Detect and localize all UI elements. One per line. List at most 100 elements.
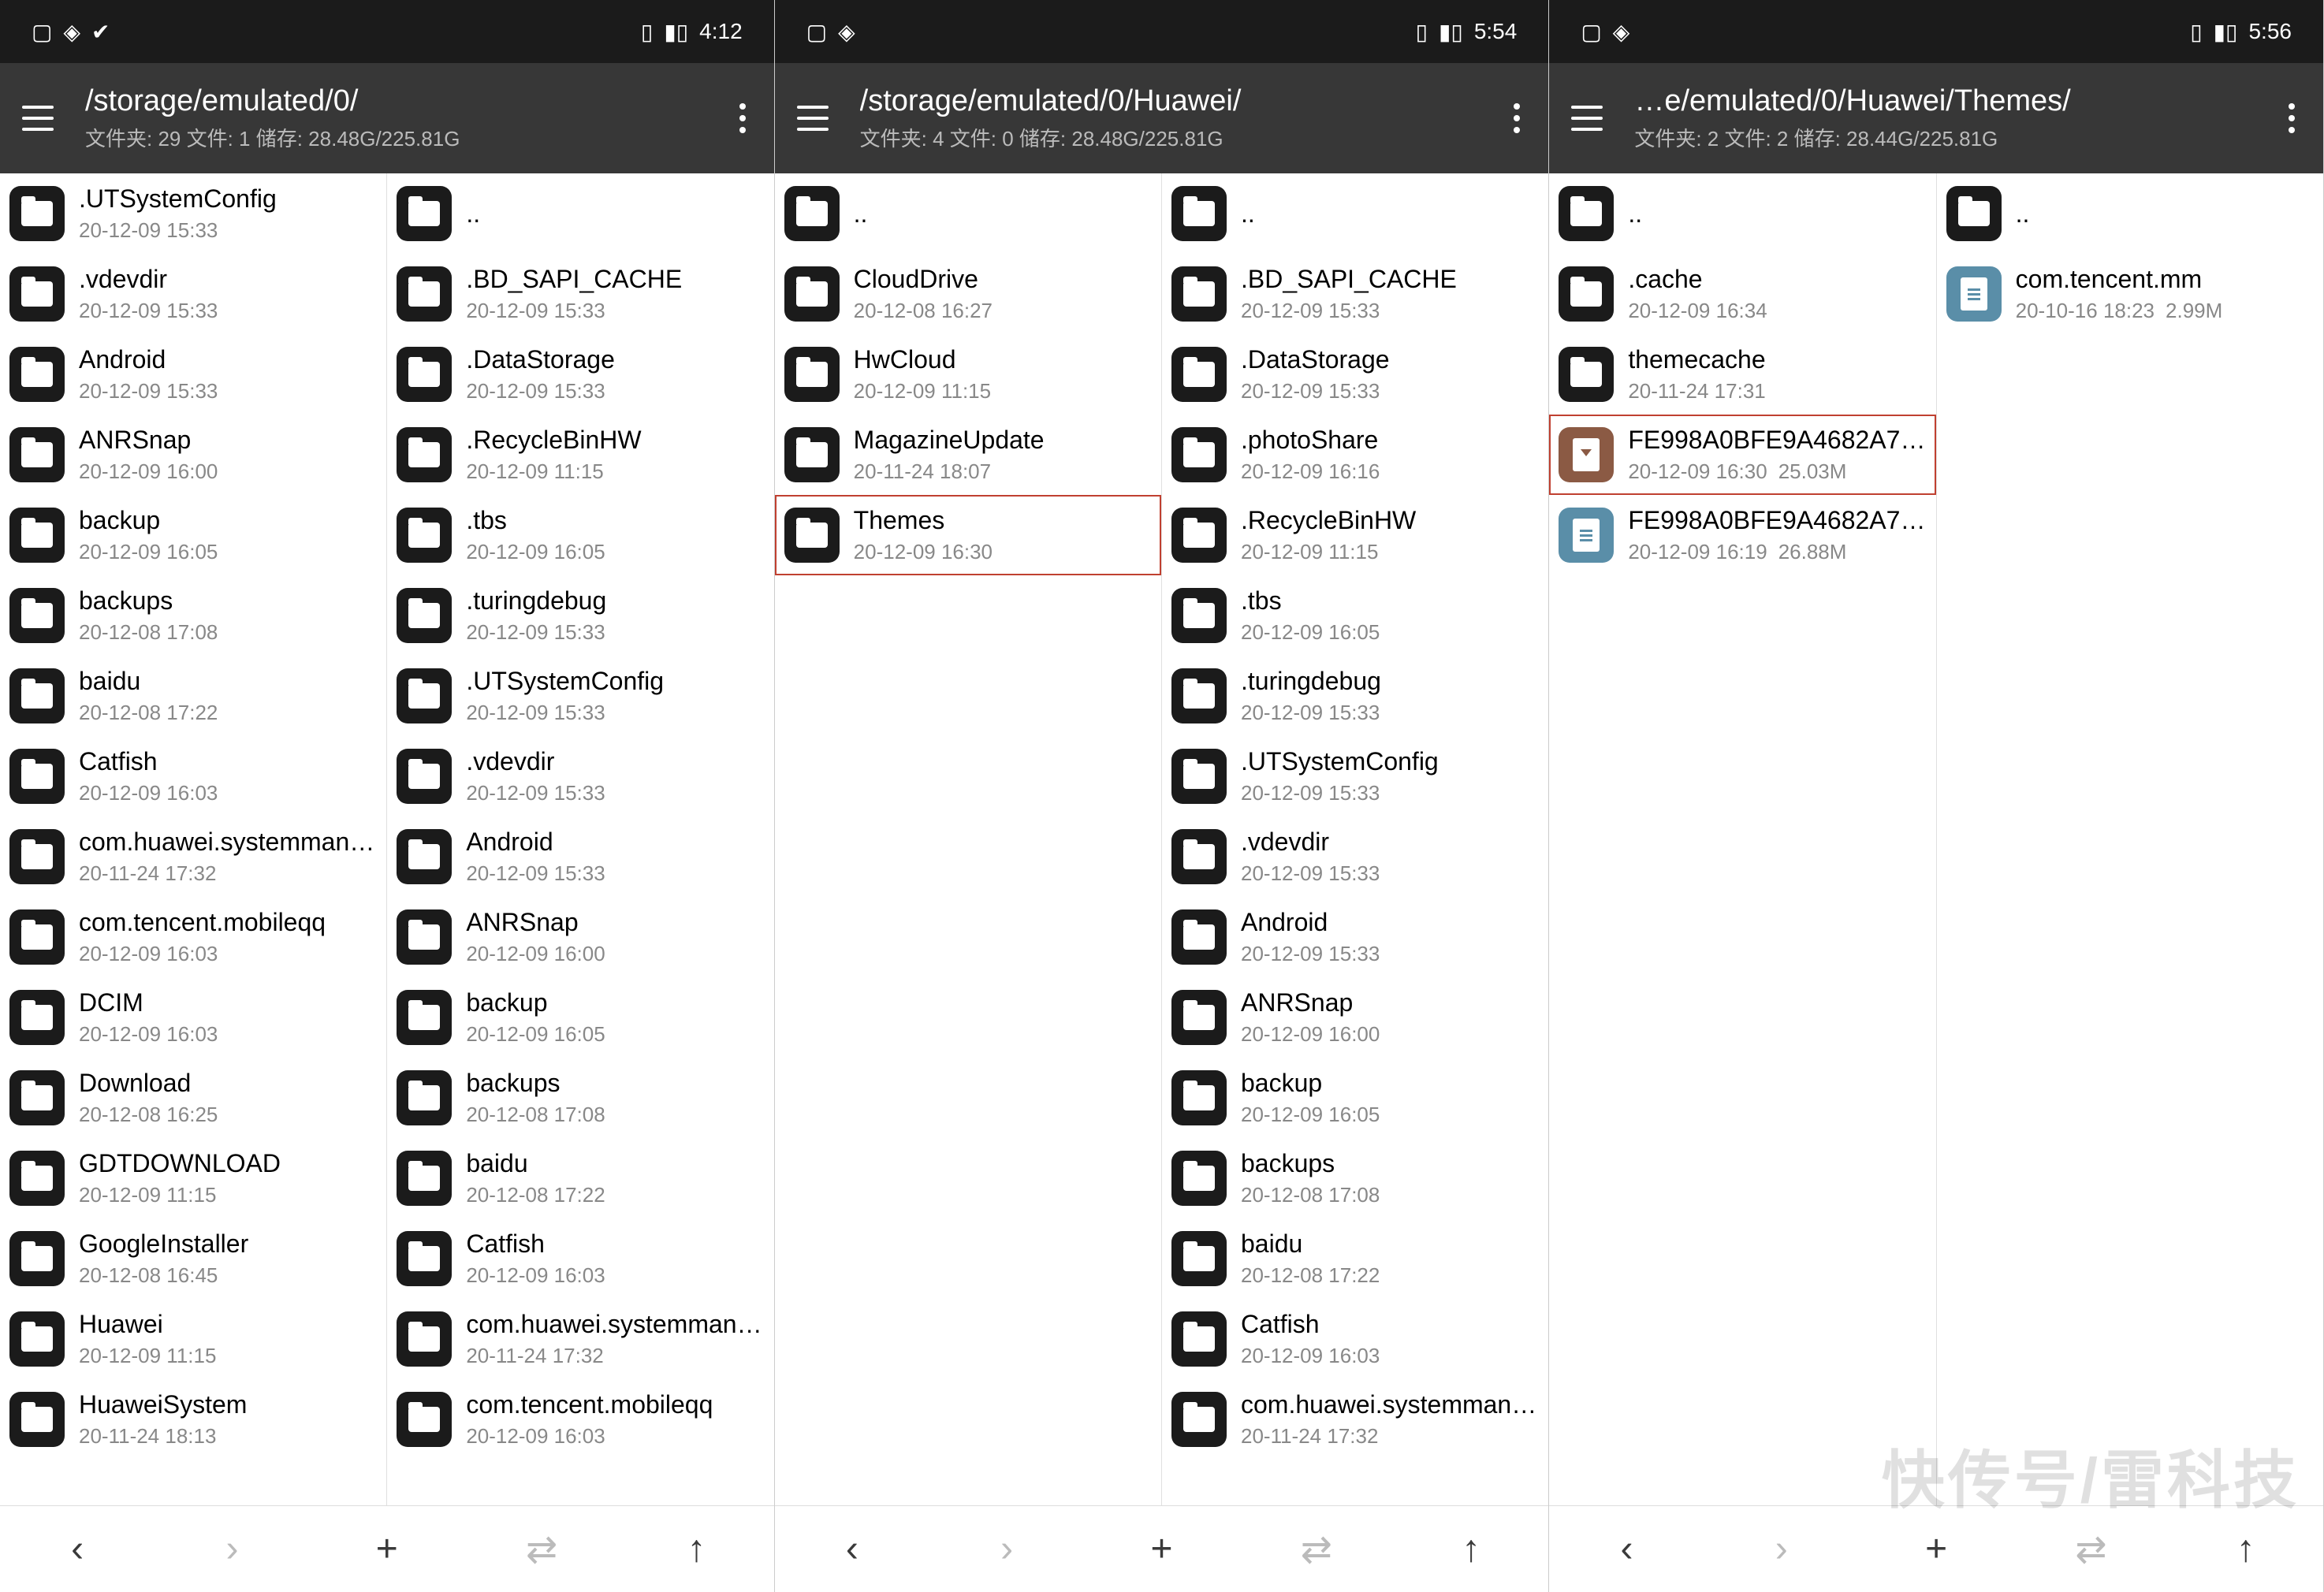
list-item[interactable]: Android20-12-09 15:33 [0,334,386,415]
list-item[interactable]: backup20-12-09 16:05 [1162,1058,1548,1138]
forward-button[interactable]: › [1758,1526,1805,1573]
list-item[interactable]: .. [387,173,773,254]
list-item[interactable]: .tbs20-12-09 16:05 [1162,575,1548,656]
list-item[interactable]: com.huawei.systemmanager_TMF_TMS20-11-24… [0,816,386,897]
list-item[interactable]: com.huawei.systemmanager_TMF_TMS20-11-24… [1162,1379,1548,1460]
list-item[interactable]: .DataStorage20-12-09 15:33 [1162,334,1548,415]
list-item[interactable]: baidu20-12-08 17:22 [1162,1218,1548,1299]
list-item[interactable]: HuaweiSystem20-11-24 18:13 [0,1379,386,1460]
add-button[interactable]: + [1138,1526,1185,1573]
forward-button[interactable]: › [983,1526,1030,1573]
list-item[interactable]: FE998A0BFE9A4682A7E1F6CDE5E9160F.hwt.bak… [1549,495,1935,575]
path-text[interactable]: /storage/emulated/0/ [85,84,733,118]
list-item[interactable]: .vdevdir20-12-09 15:33 [387,736,773,816]
item-name: CloudDrive [854,265,1152,294]
list-item[interactable]: baidu20-12-08 17:22 [387,1138,773,1218]
list-item[interactable]: .. [775,173,1161,254]
item-meta: 20-11-24 17:32 [79,861,377,886]
path-text[interactable]: …e/emulated/0/Huawei/Themes/ [1634,84,2282,118]
list-item[interactable]: ANRSnap20-12-09 16:00 [387,897,773,977]
path-text[interactable]: /storage/emulated/0/Huawei/ [860,84,1508,118]
right-column[interactable]: ...BD_SAPI_CACHE20-12-09 15:33.DataStora… [1161,173,1548,1505]
sim-icon: ▢ [1581,19,1601,45]
list-item[interactable]: .UTSystemConfig20-12-09 15:33 [387,656,773,736]
list-item[interactable]: .photoShare20-12-09 16:16 [1162,415,1548,495]
list-item[interactable]: ANRSnap20-12-09 16:00 [0,415,386,495]
list-item[interactable]: Catfish20-12-09 16:03 [1162,1299,1548,1379]
list-item[interactable]: ANRSnap20-12-09 16:00 [1162,977,1548,1058]
folder-icon [397,1151,452,1206]
add-button[interactable]: + [1912,1526,1960,1573]
item-name: .UTSystemConfig [1241,747,1539,776]
list-item[interactable]: .BD_SAPI_CACHE20-12-09 15:33 [1162,254,1548,334]
forward-button[interactable]: › [208,1526,255,1573]
up-button[interactable]: ↑ [672,1526,720,1573]
item-name: com.tencent.mobileqq [466,1390,764,1419]
list-item[interactable]: .cache20-12-09 16:34 [1549,254,1935,334]
list-item[interactable]: MagazineUpdate20-11-24 18:07 [775,415,1161,495]
list-item[interactable]: .RecycleBinHW20-12-09 11:15 [1162,495,1548,575]
back-button[interactable]: ‹ [54,1526,101,1573]
list-item[interactable]: Download20-12-08 16:25 [0,1058,386,1138]
list-item[interactable]: Catfish20-12-09 16:03 [387,1218,773,1299]
up-button[interactable]: ↑ [2222,1526,2270,1573]
list-item[interactable]: Catfish20-12-09 16:03 [0,736,386,816]
list-item[interactable]: com.tencent.mobileqq20-12-09 16:03 [387,1379,773,1460]
back-button[interactable]: ‹ [829,1526,876,1573]
list-item[interactable]: com.tencent.mm20-10-16 18:232.99M [1937,254,2323,334]
list-item[interactable]: .. [1162,173,1548,254]
list-item[interactable]: themecache20-11-24 17:31 [1549,334,1935,415]
back-button[interactable]: ‹ [1603,1526,1650,1573]
list-item[interactable]: Themes20-12-09 16:30 [775,495,1161,575]
item-meta: 20-12-09 11:15 [466,459,764,484]
list-item[interactable]: .. [1549,173,1935,254]
list-item[interactable]: backups20-12-08 17:08 [387,1058,773,1138]
hamburger-icon[interactable] [19,99,57,137]
right-column[interactable]: ...BD_SAPI_CACHE20-12-09 15:33.DataStora… [386,173,773,1505]
list-item[interactable]: DCIM20-12-09 16:03 [0,977,386,1058]
list-item[interactable]: .turingdebug20-12-09 15:33 [1162,656,1548,736]
list-item[interactable]: backups20-12-08 17:08 [1162,1138,1548,1218]
list-item[interactable]: GoogleInstaller20-12-08 16:45 [0,1218,386,1299]
list-item[interactable]: Android20-12-09 15:33 [1162,897,1548,977]
list-item[interactable]: backup20-12-09 16:05 [0,495,386,575]
list-item[interactable]: com.huawei.systemmanager_TMF_TMS20-11-24… [387,1299,773,1379]
item-name: Download [79,1069,377,1098]
list-item[interactable]: .UTSystemConfig20-12-09 15:33 [0,173,386,254]
list-item[interactable]: backup20-12-09 16:05 [387,977,773,1058]
arrow-up-icon: ↑ [2236,1527,2255,1571]
list-item[interactable]: HwCloud20-12-09 11:15 [775,334,1161,415]
swap-button[interactable]: ⇄ [1293,1526,1340,1573]
list-item[interactable]: backups20-12-08 17:08 [0,575,386,656]
list-item[interactable]: baidu20-12-08 17:22 [0,656,386,736]
list-item[interactable]: Huawei20-12-09 11:15 [0,1299,386,1379]
left-column[interactable]: ...cache20-12-09 16:34themecache20-11-24… [1549,173,1935,1505]
more-icon[interactable] [733,97,752,139]
list-item[interactable]: GDTDOWNLOAD20-12-09 11:15 [0,1138,386,1218]
list-item[interactable]: .vdevdir20-12-09 15:33 [0,254,386,334]
list-item[interactable]: Android20-12-09 15:33 [387,816,773,897]
item-meta: 20-12-09 15:33 [1241,701,1539,725]
list-item[interactable]: .UTSystemConfig20-12-09 15:33 [1162,736,1548,816]
left-column[interactable]: .UTSystemConfig20-12-09 15:33.vdevdir20-… [0,173,386,1505]
list-item[interactable]: FE998A0BFE9A4682A7E1F6CDE5E9160F.hwt20-1… [1549,415,1935,495]
list-item[interactable]: .. [1937,173,2323,254]
list-item[interactable]: .tbs20-12-09 16:05 [387,495,773,575]
up-button[interactable]: ↑ [1447,1526,1495,1573]
list-item[interactable]: .turingdebug20-12-09 15:33 [387,575,773,656]
list-item[interactable]: com.tencent.mobileqq20-12-09 16:03 [0,897,386,977]
list-item[interactable]: .vdevdir20-12-09 15:33 [1162,816,1548,897]
hamburger-icon[interactable] [1568,99,1606,137]
list-item[interactable]: .BD_SAPI_CACHE20-12-09 15:33 [387,254,773,334]
add-button[interactable]: + [363,1526,411,1573]
hamburger-icon[interactable] [794,99,832,137]
right-column[interactable]: ..com.tencent.mm20-10-16 18:232.99M [1936,173,2323,1505]
swap-button[interactable]: ⇄ [2067,1526,2114,1573]
left-column[interactable]: ..CloudDrive20-12-08 16:27HwCloud20-12-0… [775,173,1161,1505]
list-item[interactable]: CloudDrive20-12-08 16:27 [775,254,1161,334]
list-item[interactable]: .DataStorage20-12-09 15:33 [387,334,773,415]
more-icon[interactable] [1507,97,1526,139]
more-icon[interactable] [2282,97,2301,139]
list-item[interactable]: .RecycleBinHW20-12-09 11:15 [387,415,773,495]
swap-button[interactable]: ⇄ [518,1526,565,1573]
